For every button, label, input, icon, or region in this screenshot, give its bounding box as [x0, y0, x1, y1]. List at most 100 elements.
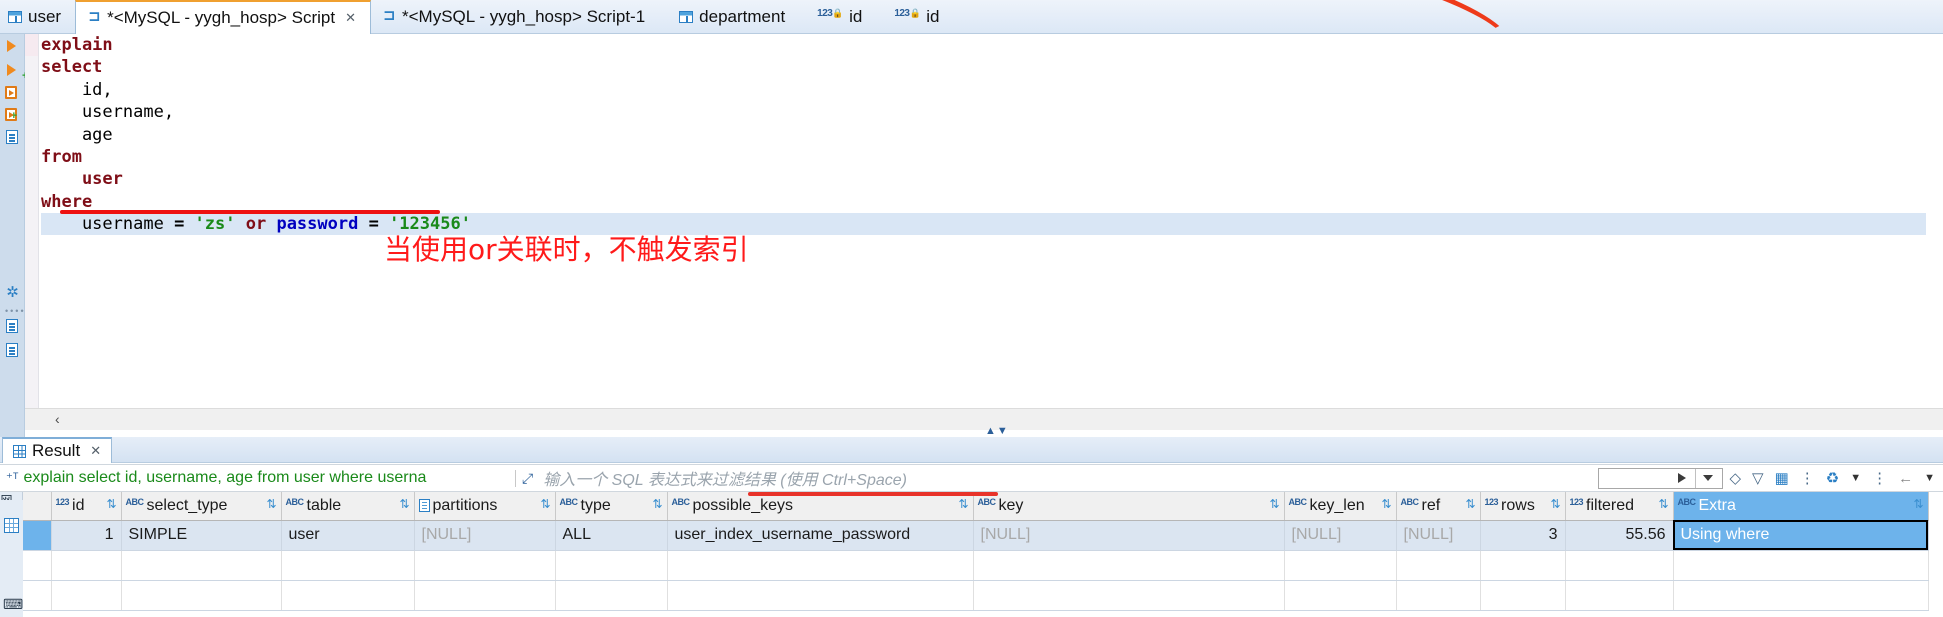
explain-execution-plan-icon[interactable]: [4, 129, 21, 146]
scroll-left-icon[interactable]: ‹: [55, 411, 60, 427]
editor-change-marker: [25, 34, 38, 56]
row-header-cell[interactable]: [23, 520, 52, 551]
sort-filter-icon[interactable]: ⇅: [1658, 497, 1668, 511]
expand-filter-icon[interactable]: ⤢: [515, 469, 539, 487]
table-cell: [1480, 580, 1566, 611]
tab-id-2[interactable]: 123🔒 id: [876, 0, 953, 34]
back-dropdown-icon[interactable]: ▼: [1924, 472, 1935, 484]
filter-apply-box[interactable]: [1598, 467, 1724, 489]
sql-editor[interactable]: explain select id, username, age from user…: [25, 34, 1943, 424]
sort-filter-icon[interactable]: ⇅: [106, 497, 116, 511]
table-cell[interactable]: SIMPLE: [121, 520, 282, 551]
tab-mysql-script-1[interactable]: *<MySQL - yygh_hosp> Script-1: [371, 0, 659, 34]
table-cell[interactable]: 55.56: [1565, 520, 1674, 551]
editor-gutter: [25, 34, 39, 424]
code-token: 'zs': [194, 214, 246, 235]
code-token: id,: [41, 79, 113, 100]
tab-department[interactable]: department: [659, 0, 799, 34]
column-header-rows[interactable]: 123 rows ⇅: [1480, 492, 1566, 521]
table-cell[interactable]: user: [281, 520, 415, 551]
table-cell[interactable]: user_index_username_password: [667, 520, 974, 551]
table-cell: [1480, 550, 1566, 581]
execute-script-icon[interactable]: [4, 84, 21, 101]
chinese-annotation-text: 当使用or关联时，不触发索引: [384, 233, 749, 266]
table-cell[interactable]: [NULL]: [1284, 520, 1397, 551]
column-header-select_type[interactable]: ABC select_type ⇅: [121, 492, 282, 521]
toolbar-dots: ⋮: [1872, 470, 1888, 487]
column-header-label: ref: [1421, 496, 1441, 514]
editor-horizontal-scrollbar[interactable]: ‹: [25, 408, 1943, 430]
sort-filter-icon[interactable]: ⇅: [1550, 497, 1560, 511]
back-icon[interactable]: ←: [1898, 470, 1913, 487]
table-cell: [121, 580, 282, 611]
text-column-icon: ABC: [1288, 496, 1308, 507]
column-header-table[interactable]: ABC table ⇅: [281, 492, 415, 521]
sort-filter-icon[interactable]: ⇅: [399, 497, 409, 511]
keyboard-shortcut-icon[interactable]: ⌨: [3, 596, 23, 613]
tab-result[interactable]: Result ✕: [2, 437, 113, 463]
sort-filter-icon[interactable]: ⇅: [1269, 497, 1279, 511]
column-header-filtered[interactable]: 123 filtered ⇅: [1565, 492, 1674, 521]
chevron-down-icon[interactable]: [1703, 475, 1714, 481]
import-data-icon[interactable]: [4, 342, 21, 359]
result-tab-label: Result: [32, 441, 81, 460]
table-cell: [555, 550, 668, 581]
sort-filter-icon[interactable]: ⇅: [1913, 497, 1923, 511]
grid-view-icon[interactable]: [4, 518, 19, 533]
column-header-key_len[interactable]: ABC key_len ⇅: [1284, 492, 1397, 521]
table-cell[interactable]: [NULL]: [414, 520, 556, 551]
tab-mysql-script[interactable]: *<MySQL - yygh_hosp> Script ✕: [75, 0, 372, 34]
column-header-type[interactable]: ABC type ⇅: [555, 492, 668, 521]
table-cell: [667, 550, 974, 581]
sort-filter-icon[interactable]: ⇅: [266, 497, 276, 511]
execute-statement-icon[interactable]: [4, 38, 21, 55]
sort-filter-icon[interactable]: ⇅: [540, 497, 550, 511]
column-header-label: select_type: [146, 496, 228, 514]
filter-settings-icon[interactable]: ▽: [1752, 469, 1764, 487]
clear-filter-icon[interactable]: ◇: [1729, 469, 1741, 487]
column-header-id[interactable]: 123 id ⇅: [51, 492, 122, 521]
column-header-possible_keys[interactable]: ABC possible_keys ⇅: [667, 492, 974, 521]
refresh-icon[interactable]: ♻: [1826, 469, 1839, 487]
sort-filter-icon[interactable]: ⇅: [1465, 497, 1475, 511]
code-token: password: [276, 214, 369, 235]
table-cell[interactable]: [NULL]: [1396, 520, 1481, 551]
close-icon[interactable]: ✕: [90, 443, 101, 459]
table-cell: [1673, 580, 1929, 611]
table-cell[interactable]: Using where: [1673, 520, 1929, 551]
column-header-ref[interactable]: ABC ref ⇅: [1396, 492, 1481, 521]
sort-filter-icon[interactable]: ⇅: [958, 497, 968, 511]
sql-code-text[interactable]: explain select id, username, age from user…: [41, 34, 471, 236]
refresh-dropdown-icon[interactable]: ▼: [1850, 472, 1861, 484]
code-token: username: [41, 214, 175, 235]
table-cell[interactable]: 3: [1480, 520, 1566, 551]
tab-id-1[interactable]: 123🔒 id: [799, 0, 876, 34]
panel-resize-arrows[interactable]: ▲▼: [985, 425, 1009, 437]
column-header-label: possible_keys: [692, 496, 794, 514]
apply-filter-icon[interactable]: [1678, 473, 1687, 483]
execute-script-new-tab-icon[interactable]: +: [4, 106, 21, 123]
sort-filter-icon[interactable]: ⇅: [652, 497, 662, 511]
sort-filter-icon[interactable]: ⇅: [1381, 497, 1391, 511]
execute-statement-new-tab-icon[interactable]: +: [4, 62, 28, 82]
gear-icon[interactable]: ✲: [4, 284, 21, 301]
column-header-key[interactable]: ABC key ⇅: [973, 492, 1285, 521]
table-cell[interactable]: [NULL]: [973, 520, 1285, 551]
close-icon[interactable]: ✕: [345, 10, 356, 26]
grid-settings-icon[interactable]: ▦: [1775, 469, 1789, 487]
column-header-partitions[interactable]: partitions ⇅: [414, 492, 556, 521]
column-header-label: filtered: [1586, 496, 1635, 514]
table-cell[interactable]: ALL: [555, 520, 668, 551]
table-cell[interactable]: 1: [51, 520, 122, 551]
table-cell: [555, 580, 668, 611]
filter-input[interactable]: 输入一个 SQL 表达式来过滤结果 (使用 Ctrl+Space): [539, 466, 1598, 490]
tab-user[interactable]: user: [0, 0, 75, 34]
code-token: or: [245, 214, 277, 235]
column-header-Extra[interactable]: ABC Extra ⇅: [1673, 492, 1929, 521]
row-header-cell: [23, 580, 52, 611]
table-cell: [1565, 550, 1674, 581]
export-data-icon[interactable]: [4, 318, 21, 335]
result-grid[interactable]: 网格 1 123id⇅ABCselect_type⇅ABCtable⇅parti…: [0, 492, 1943, 617]
column-header-label: id: [72, 496, 85, 514]
table-row[interactable]: 1 SIMPLE user [NULL] ALL user_index_username_…: [23, 520, 1929, 551]
